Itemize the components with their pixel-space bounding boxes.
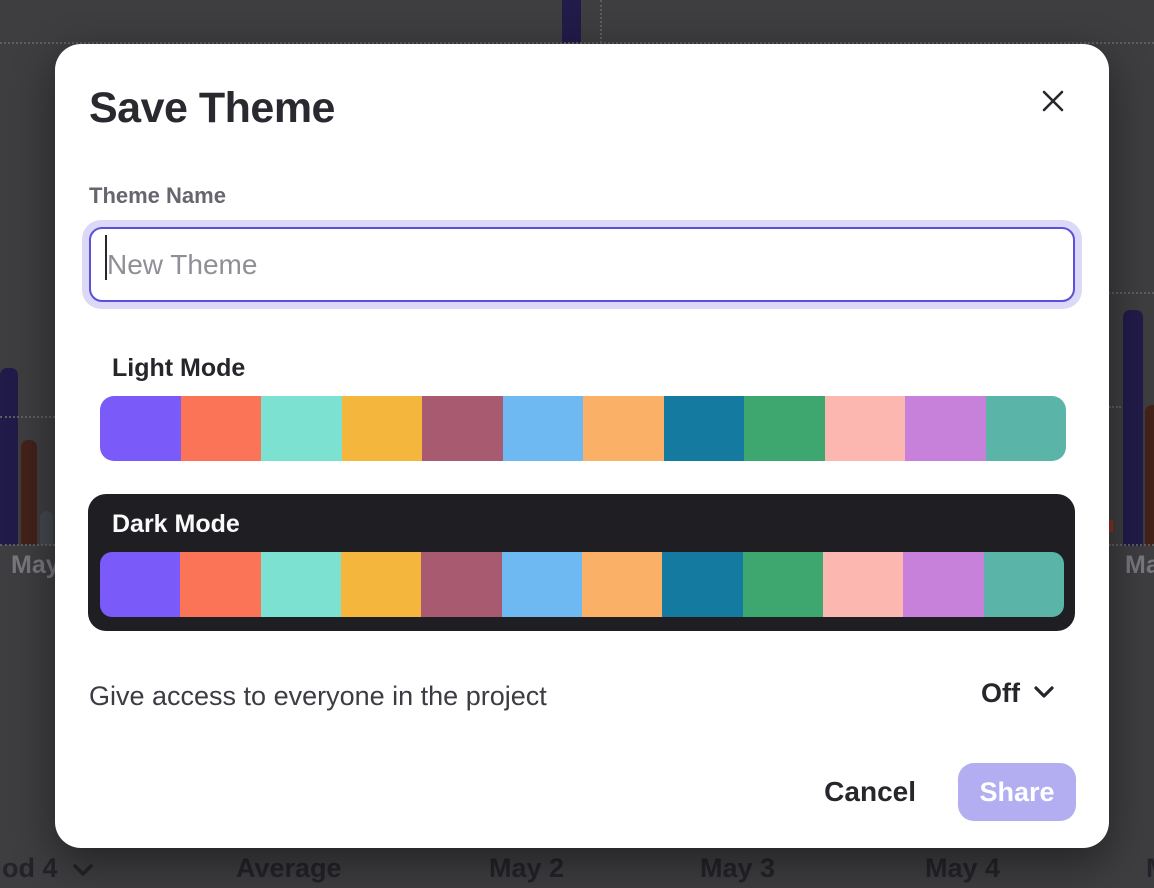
dark-mode-card: Dark Mode	[88, 494, 1075, 631]
palette-swatch	[180, 552, 260, 617]
access-dropdown-value: Off	[981, 678, 1020, 709]
access-everyone-label: Give access to everyone in the project	[89, 681, 547, 712]
theme-name-label: Theme Name	[89, 183, 226, 209]
chevron-down-icon	[1032, 684, 1056, 703]
background-gridline	[0, 416, 55, 418]
light-mode-label: Light Mode	[112, 354, 245, 383]
palette-swatch	[905, 396, 986, 461]
palette-swatch	[422, 396, 503, 461]
background-bar	[21, 440, 37, 545]
dark-mode-label: Dark Mode	[112, 510, 240, 539]
background-bar	[1109, 520, 1113, 532]
palette-swatch	[984, 552, 1064, 617]
palette-swatch	[662, 552, 742, 617]
theme-name-field-wrapper	[82, 220, 1082, 309]
palette-swatch	[825, 396, 906, 461]
close-icon	[1039, 87, 1067, 118]
theme-name-input[interactable]	[89, 227, 1075, 302]
palette-swatch	[421, 552, 501, 617]
share-button[interactable]: Share	[958, 763, 1076, 821]
dark-mode-palette[interactable]	[100, 552, 1064, 617]
close-button[interactable]	[1031, 80, 1075, 124]
axis-label-right: Ma	[1125, 551, 1154, 580]
palette-swatch	[503, 396, 584, 461]
axis-label-average: Average	[236, 853, 342, 884]
save-theme-dialog: Save Theme Theme Name Light Mode Dark Mo…	[55, 44, 1109, 848]
axis-label-partial: M	[1146, 853, 1154, 884]
palette-swatch	[903, 552, 983, 617]
dialog-title: Save Theme	[89, 84, 335, 133]
background-bar	[1145, 405, 1154, 546]
background-bar	[1123, 310, 1143, 546]
axis-label-may4: May 4	[925, 853, 1000, 884]
axis-label-may2: May 2	[489, 853, 564, 884]
background-gridline	[600, 0, 602, 43]
palette-swatch	[100, 396, 181, 461]
chevron-down-icon	[72, 853, 94, 884]
cancel-button[interactable]: Cancel	[806, 766, 934, 818]
dialog-footer: Cancel Share	[806, 763, 1076, 821]
axis-label-period[interactable]: od 4	[2, 853, 94, 884]
palette-swatch	[583, 396, 664, 461]
palette-swatch	[744, 396, 825, 461]
background-bar	[0, 368, 18, 545]
palette-swatch	[100, 552, 180, 617]
palette-swatch	[261, 396, 342, 461]
access-dropdown[interactable]: Off	[981, 678, 1056, 709]
palette-swatch	[502, 552, 582, 617]
palette-swatch	[582, 552, 662, 617]
background-gridline	[1109, 544, 1154, 546]
palette-swatch	[181, 396, 262, 461]
axis-label-left: May	[11, 551, 60, 580]
background-gridline	[0, 544, 55, 546]
light-mode-palette[interactable]	[100, 396, 1066, 461]
palette-swatch	[261, 552, 341, 617]
background-bar	[40, 511, 53, 545]
background-gridline	[1109, 406, 1121, 408]
text-caret	[105, 235, 107, 280]
palette-swatch	[986, 396, 1067, 461]
palette-swatch	[823, 552, 903, 617]
palette-swatch	[342, 396, 423, 461]
palette-swatch	[664, 396, 745, 461]
axis-label-text: od 4	[2, 853, 58, 884]
palette-swatch	[341, 552, 421, 617]
axis-label-may3: May 3	[700, 853, 775, 884]
palette-swatch	[743, 552, 823, 617]
background-bar	[562, 0, 581, 43]
